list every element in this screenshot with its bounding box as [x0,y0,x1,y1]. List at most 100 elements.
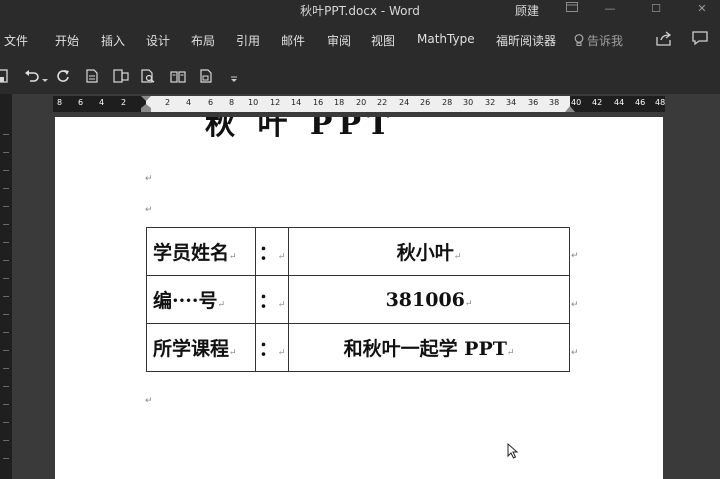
ruler-number: 16 [313,98,324,107]
close-icon[interactable]: ✕ [682,0,720,20]
right-indent-marker-icon[interactable] [565,104,575,112]
ribbon-display-options-icon[interactable] [552,0,592,20]
ruler-number: 48 [655,98,666,107]
ruler-number: 30 [463,98,474,107]
table-cell[interactable]: 学员姓名↵ [146,227,256,276]
table-cell[interactable]: 和秋叶一起学 PPT↵ [288,323,570,372]
table-cell[interactable]: 秋小叶↵ [288,227,570,276]
row-end-mark: ↵ [571,300,579,310]
field-label-course: 所学课程 [153,338,230,360]
cell-mark: ↵ [277,252,286,262]
minimize-icon[interactable]: — [590,0,630,20]
cell-mark: ↵ [229,252,237,262]
ruler-number: 2 [121,98,127,107]
redo-icon[interactable] [56,68,74,86]
tab-references[interactable]: 引用 [236,32,260,49]
document-heading-fragment: 秋 叶 PPT [205,117,396,142]
field-label-number: 编····号 [153,290,218,312]
table-cell[interactable]: ：↵ [255,227,289,276]
ruler-number: 2 [165,98,171,107]
field-value-course: 和秋叶一起学 PPT [343,338,507,360]
table-cell[interactable]: ：↵ [255,275,289,324]
ruler-number: 32 [485,98,496,107]
undo-icon[interactable] [24,68,42,86]
document-view-icon[interactable] [200,68,218,86]
customize-toolbar-icon[interactable] [230,68,248,86]
lightbulb-icon [574,34,584,46]
document-page[interactable]: 秋 叶 PPT ↵ ↵ 学员姓名↵ ：↵ 秋小叶↵ 编····号↵ ：↵ 381… [55,117,663,479]
horizontal-ruler[interactable]: 8 6 4 2 2 4 6 8 10 12 14 16 18 20 22 24 … [53,96,665,112]
cell-mark: ↵ [464,298,473,309]
cell-mark: ↵ [229,348,237,358]
ruler-number: 26 [420,98,431,107]
title-bar: 秋叶PPT.docx - Word 顾建 — ☐ ✕ [0,0,720,20]
ruler-number: 46 [635,98,646,107]
colon-text: ： [258,338,278,360]
ruler-number: 4 [186,98,192,107]
tab-mailings[interactable]: 邮件 [281,32,305,49]
student-info-table[interactable]: 学员姓名↵ ：↵ 秋小叶↵ 编····号↵ ：↵ 381006↵ 所学课程↵ ：… [146,227,570,372]
paragraph-mark: ↵ [145,205,153,215]
tab-file[interactable]: 文件 [4,32,28,49]
ruler-number: 14 [291,98,302,107]
save-icon[interactable] [0,68,12,86]
table-cell[interactable]: ：↵ [255,323,289,372]
comments-icon[interactable] [692,31,708,50]
page-layout-icon[interactable] [113,68,131,86]
cell-mark: ↵ [506,348,515,358]
ruler-number: 8 [229,98,235,107]
ruler-number: 20 [356,98,367,107]
table-cell[interactable]: 381006↵ [288,275,570,324]
tab-foxit-reader[interactable]: 福昕阅读器 [496,32,556,49]
ruler-number: 42 [592,98,603,107]
read-mode-icon[interactable] [170,68,188,86]
table-cell[interactable]: 编····号↵ [146,275,256,324]
table-row[interactable]: 编····号↵ ：↵ 381006↵ [146,275,570,324]
ruler-number: 10 [248,98,259,107]
ruler-number: 44 [614,98,625,107]
tab-layout[interactable]: 布局 [191,32,215,49]
indent-marker-icon[interactable] [141,96,151,112]
ruler-number: 38 [549,98,560,107]
cell-mark: ↵ [277,300,286,310]
ruler-number: 12 [270,98,281,107]
tell-me-label: 告诉我 [587,34,624,48]
row-end-mark: ↵ [571,348,579,358]
ruler-number: 34 [506,98,517,107]
ruler-number: 18 [334,98,345,107]
ruler-number: 6 [78,98,84,107]
row-end-mark: ↵ [571,251,579,261]
tab-home[interactable]: 开始 [55,32,79,49]
ruler-number: 8 [57,98,63,107]
ruler-number: 28 [442,98,453,107]
colon-text: ： [258,242,278,264]
new-document-icon[interactable] [86,68,104,86]
user-name[interactable]: 顾建 [515,2,539,19]
tab-mathtype[interactable]: MathType [417,32,475,46]
ruler-number: 4 [99,98,105,107]
tab-review[interactable]: 审阅 [327,32,351,49]
mouse-cursor-icon [507,443,519,459]
paragraph-mark: ↵ [145,174,153,184]
tab-design[interactable]: 设计 [146,32,170,49]
cell-mark: ↵ [277,348,286,358]
tab-view[interactable]: 视图 [371,32,395,49]
cell-mark: ↵ [453,252,462,262]
ruler-number: 6 [208,98,214,107]
field-value-number: 381006 [385,288,465,311]
vertical-ruler[interactable] [0,94,12,479]
share-icon[interactable] [656,31,673,50]
paragraph-mark: ↵ [145,396,153,406]
ribbon-tabs: 文件 开始 插入 设计 布局 引用 邮件 审阅 视图 MathType 福昕阅读… [0,20,720,60]
ruler-number: 36 [528,98,539,107]
ruler-number: 22 [377,98,388,107]
tab-insert[interactable]: 插入 [101,32,125,49]
print-preview-icon[interactable] [141,68,159,86]
quick-access-toolbar [0,60,720,94]
table-cell[interactable]: 所学课程↵ [146,323,256,372]
cell-mark: ↵ [217,300,226,310]
tell-me-search[interactable]: 告诉我 [574,32,623,49]
table-row[interactable]: 学员姓名↵ ：↵ 秋小叶↵ [146,227,570,276]
maximize-icon[interactable]: ☐ [636,0,676,20]
table-row[interactable]: 所学课程↵ ：↵ 和秋叶一起学 PPT↵ [146,323,570,372]
